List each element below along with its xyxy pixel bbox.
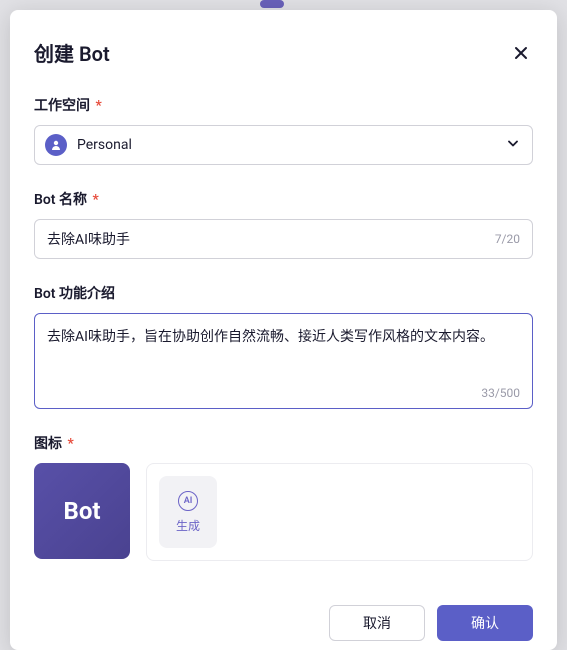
bot-name-value: 去除AI味助手 [47, 229, 472, 249]
workspace-select[interactable]: Personal [34, 125, 533, 165]
description-value: 去除AI味助手，旨在协助创作自然流畅、接近人类写作风格的文本内容。 [47, 326, 520, 348]
workspace-group: 工作空间 * Personal [34, 95, 533, 165]
person-icon [45, 134, 67, 156]
workspace-label: 工作空间 * [34, 95, 533, 115]
required-mark: * [95, 98, 101, 114]
required-mark: * [67, 436, 73, 452]
icon-group: 图标 * Bot AI 生成 [34, 433, 533, 561]
description-textarea[interactable]: 去除AI味助手，旨在协助创作自然流畅、接近人类写作风格的文本内容。 33/500 [34, 313, 533, 409]
backdrop-hint [260, 0, 284, 8]
close-icon [513, 45, 529, 61]
create-bot-modal: 创建 Bot 工作空间 * Personal Bot 名称 * 去除AI味助手 … [10, 10, 557, 650]
icon-preview[interactable]: Bot [34, 463, 130, 559]
workspace-value: Personal [77, 137, 132, 153]
icon-row: Bot AI 生成 [34, 463, 533, 561]
icon-preview-text: Bot [64, 497, 101, 525]
confirm-button[interactable]: 确认 [437, 605, 533, 641]
modal-header: 创建 Bot [34, 38, 533, 67]
generate-icon-button[interactable]: AI 生成 [159, 476, 217, 548]
modal-footer: 取消 确认 [34, 585, 533, 641]
chevron-down-icon [506, 136, 520, 155]
icon-label: 图标 * [34, 433, 533, 453]
icon-options: AI 生成 [146, 463, 533, 561]
description-label: Bot 功能介绍 [34, 283, 533, 303]
bot-name-char-count: 7/20 [495, 232, 520, 246]
bot-name-group: Bot 名称 * 去除AI味助手 7/20 [34, 189, 533, 259]
bot-name-label: Bot 名称 * [34, 189, 533, 209]
ai-icon: AI [178, 491, 198, 511]
cancel-button[interactable]: 取消 [329, 605, 425, 641]
bot-name-input[interactable]: 去除AI味助手 7/20 [34, 219, 533, 259]
description-char-count: 33/500 [481, 386, 520, 400]
description-group: Bot 功能介绍 去除AI味助手，旨在协助创作自然流畅、接近人类写作风格的文本内… [34, 283, 533, 409]
generate-label: 生成 [176, 517, 200, 534]
modal-title: 创建 Bot [34, 38, 110, 67]
required-mark: * [92, 192, 98, 208]
close-button[interactable] [509, 41, 533, 65]
